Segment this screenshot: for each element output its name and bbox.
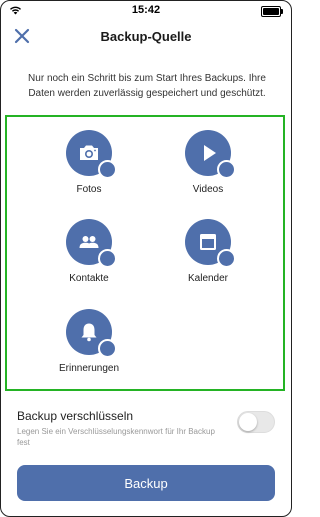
source-label: Videos (192, 184, 224, 195)
check-badge-icon (98, 339, 120, 360)
intro-text: Nur noch ein Schritt bis zum Start Ihres… (28, 73, 266, 99)
status-time: 15:42 (131, 4, 161, 16)
toggle-knob (239, 413, 257, 431)
check-badge-icon (98, 160, 120, 181)
status-bar: 15:42 (1, 1, 291, 21)
encrypt-toggle[interactable] (237, 411, 275, 433)
backup-button[interactable]: Backup (17, 465, 275, 501)
page-title: Backup-Quelle (100, 29, 192, 44)
play-icon (204, 145, 216, 161)
source-erinnerungen[interactable]: Erinnerungen (34, 309, 144, 374)
source-grid: Fotos Videos Kontakte Kalender Erinnerun… (5, 115, 285, 391)
source-label: Kalender (187, 273, 229, 284)
check-badge-icon (98, 249, 120, 270)
source-kontakte[interactable]: Kontakte (34, 219, 144, 284)
battery-icon (261, 6, 283, 17)
camera-icon (80, 145, 98, 160)
bell-icon (81, 323, 97, 342)
check-badge-icon (217, 160, 239, 181)
contacts-icon (79, 236, 99, 248)
source-label: Fotos (76, 184, 102, 195)
encrypt-hint: Legen Sie ein Verschlüsselungskennwort f… (17, 427, 215, 447)
source-label: Kontakte (69, 273, 109, 284)
source-label: Erinnerungen (58, 363, 120, 374)
source-videos[interactable]: Videos (153, 130, 263, 195)
calendar-icon (200, 234, 216, 250)
check-badge-icon (217, 249, 239, 270)
encrypt-label: Backup verschlüsseln (17, 409, 134, 423)
header: Backup-Quelle (1, 21, 291, 51)
source-fotos[interactable]: Fotos (34, 130, 144, 195)
phone-frame: 15:42 Backup-Quelle Nur noch ein Schritt… (0, 0, 292, 517)
source-kalender[interactable]: Kalender (153, 219, 263, 284)
